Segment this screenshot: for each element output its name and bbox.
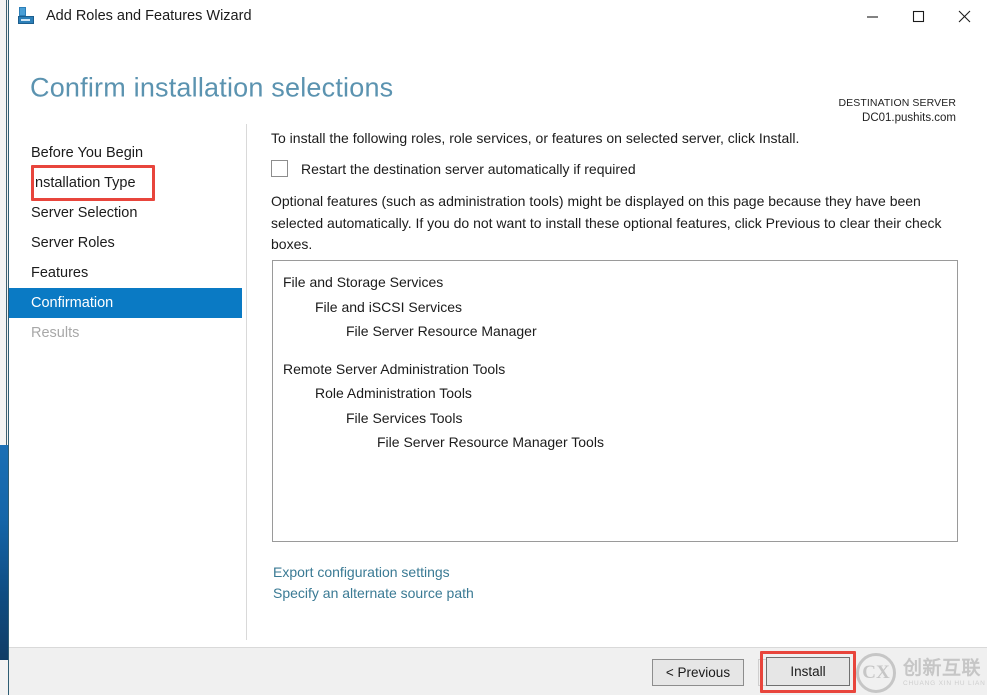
selection-item: File and Storage Services bbox=[283, 274, 444, 290]
wizard-body: Before You Begin Installation Type Server … bbox=[9, 120, 987, 668]
selection-item: File Server Resource Manager Tools bbox=[377, 434, 604, 450]
restart-server-row[interactable]: Restart the destination server automatic… bbox=[271, 160, 636, 177]
selections-spacer bbox=[273, 344, 957, 357]
nav-item-server-selection[interactable]: Server Selection bbox=[9, 198, 246, 228]
background-window-strip bbox=[0, 445, 8, 660]
desktop-background bbox=[0, 0, 8, 695]
watermark-pinyin-text: CHUANG XIN HU LIAN bbox=[903, 679, 986, 687]
restart-checkbox[interactable] bbox=[271, 160, 288, 177]
title-bar: Add Roles and Features Wizard bbox=[9, 0, 987, 32]
close-icon[interactable] bbox=[941, 0, 987, 32]
link-specify-an-alternate-source-path[interactable]: Specify an alternate source path bbox=[273, 583, 474, 604]
content-area: To install the following roles, role ser… bbox=[247, 120, 987, 668]
link-export-configuration-settings[interactable]: Export configuration settings bbox=[273, 562, 474, 583]
selection-item: Role Administration Tools bbox=[315, 385, 472, 401]
nav-item-confirmation[interactable]: Confirmation bbox=[9, 288, 242, 318]
watermark: CX 创新互联 CHUANG XIN HU LIAN bbox=[856, 651, 987, 695]
window-title: Add Roles and Features Wizard bbox=[46, 8, 252, 24]
wizard-nav-list: Before You Begin Installation Type Server … bbox=[9, 120, 246, 348]
links-area: Export configuration settings Specify an … bbox=[273, 562, 474, 604]
add-roles-wizard-window: Add Roles and Features Wizard Confirm in… bbox=[8, 0, 987, 695]
nav-item-server-roles[interactable]: Server Roles bbox=[9, 228, 246, 258]
intro-text: To install the following roles, role ser… bbox=[271, 130, 800, 146]
selection-item: Remote Server Administration Tools bbox=[283, 360, 506, 377]
minimize-icon[interactable] bbox=[849, 0, 895, 32]
maximize-icon[interactable] bbox=[895, 0, 941, 32]
install-button[interactable]: Install bbox=[766, 657, 850, 686]
server-roles-icon bbox=[17, 6, 37, 26]
watermark-logo-icon: CX bbox=[856, 653, 896, 693]
selection-item: File Services Tools bbox=[346, 409, 463, 426]
selections-listbox[interactable]: File and Storage Services File and iSCSI … bbox=[272, 260, 958, 542]
optional-features-text: Optional features (such as administratio… bbox=[271, 193, 942, 252]
selection-item: File Server Resource Manager bbox=[346, 323, 537, 339]
restart-checkbox-label: Restart the destination server automatic… bbox=[301, 160, 636, 177]
nav-item-before-you-begin[interactable]: Before You Begin bbox=[9, 138, 246, 168]
selection-item: File and iSCSI Services bbox=[315, 298, 463, 315]
previous-button[interactable]: < Previous bbox=[652, 659, 744, 686]
nav-item-results: Results bbox=[31, 325, 80, 341]
destination-server-label: DESTINATION SERVER bbox=[838, 97, 956, 109]
window-controls bbox=[849, 0, 987, 32]
nav-item-installation-type[interactable]: Installation Type bbox=[9, 168, 246, 198]
selections-list: File and Storage Services File and iSCSI … bbox=[273, 261, 957, 455]
page-title: Confirm installation selections bbox=[30, 72, 394, 103]
window-edge-line bbox=[6, 0, 7, 450]
watermark-chinese-text: 创新互联 bbox=[903, 657, 982, 679]
nav-item-features[interactable]: Features bbox=[9, 258, 246, 288]
page-header: Confirm installation selections DESTINAT… bbox=[9, 32, 987, 125]
